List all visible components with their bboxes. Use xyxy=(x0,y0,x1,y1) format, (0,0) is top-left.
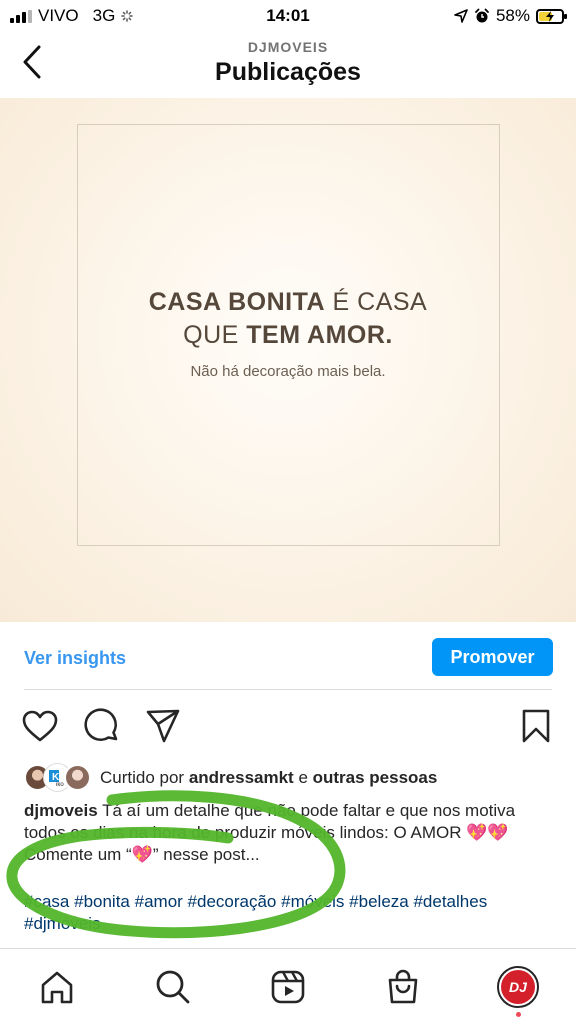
location-arrow-icon xyxy=(454,9,468,23)
svg-text:iko: iko xyxy=(56,782,64,788)
insights-row: Ver insights Promover xyxy=(0,622,576,690)
likes-prefix: Curtido por xyxy=(100,768,189,787)
post-headline-start2: QUE xyxy=(183,321,247,349)
home-icon xyxy=(41,971,73,1004)
status-right: 58% xyxy=(454,6,567,26)
divider xyxy=(24,689,552,690)
nav-search[interactable] xyxy=(153,967,193,1007)
header-account-name: DJMOVEIS xyxy=(247,39,329,55)
hashtag[interactable]: #detalhes xyxy=(413,892,487,911)
comment-icon xyxy=(84,708,118,741)
caption-text: Tá aí um detalhe que não pode faltar e q… xyxy=(24,801,516,842)
view-insights-link[interactable]: Ver insights xyxy=(24,648,126,669)
battery-percent: 58% xyxy=(495,6,530,25)
profile-avatar: DJ xyxy=(501,970,535,1004)
nav-home[interactable] xyxy=(37,967,77,1007)
bookmark-icon xyxy=(522,709,550,743)
alarm-icon xyxy=(475,8,489,23)
post-headline-bold1: CASA BONITA xyxy=(148,288,326,316)
caption-cta: Comente um “💖” nesse post... xyxy=(24,845,260,864)
hashtag[interactable]: #casa xyxy=(24,892,69,911)
hashtag[interactable]: #decoração xyxy=(188,892,277,911)
liker-avatars: Kiko xyxy=(24,764,94,792)
likes-others[interactable]: outras pessoas xyxy=(313,768,438,787)
post-headline-line2: QUE TEM AMOR. xyxy=(0,321,576,350)
header: DJMOVEIS Publicações xyxy=(0,34,576,98)
shop-icon xyxy=(388,969,418,1004)
post-subtitle: Não há decoração mais bela. xyxy=(190,363,386,380)
promote-button[interactable]: Promover xyxy=(432,638,553,676)
likes-user[interactable]: andressamkt xyxy=(189,768,294,787)
status-bar: VIVO 3G 14:01 58% xyxy=(0,0,576,34)
like-button[interactable] xyxy=(20,706,60,746)
hashtag[interactable]: #móveis xyxy=(281,892,344,911)
caption-username[interactable]: djmoveis xyxy=(24,801,98,820)
post-headline-bold2: TEM AMOR. xyxy=(246,321,393,349)
search-icon xyxy=(156,970,190,1004)
post-caption: djmoveis Tá aí um detalhe que não pode f… xyxy=(24,800,554,866)
nav-shop[interactable] xyxy=(383,967,423,1007)
hashtag[interactable]: #beleza xyxy=(349,892,409,911)
comment-button[interactable] xyxy=(82,706,122,746)
page-title: Publicações xyxy=(215,58,361,86)
share-icon xyxy=(146,709,180,743)
hashtag[interactable]: #djmóveis xyxy=(24,914,101,933)
post-image[interactable]: CASA BONITA É CASA QUE TEM AMOR. Não há … xyxy=(0,98,576,622)
bottom-nav: DJ xyxy=(0,948,576,1024)
nav-reels[interactable] xyxy=(268,967,308,1007)
hashtag[interactable]: #amor xyxy=(135,892,183,911)
nav-profile[interactable]: DJ xyxy=(497,966,539,1008)
hashtags: #casa #bonita #amor #decoração #móveis #… xyxy=(24,891,554,935)
notification-dot xyxy=(516,1012,521,1017)
heart-icon xyxy=(22,710,58,742)
likes-connector: e xyxy=(293,768,313,787)
likes-row[interactable]: Kiko Curtido por andressamkt e outras pe… xyxy=(24,764,437,792)
likes-text: Curtido por andressamkt e outras pessoas xyxy=(100,768,437,788)
avatar xyxy=(64,764,91,791)
battery-icon xyxy=(536,8,567,24)
save-button[interactable] xyxy=(516,706,556,746)
hashtag[interactable]: #bonita xyxy=(74,892,130,911)
post-headline-line1: CASA BONITA É CASA xyxy=(0,288,576,317)
share-button[interactable] xyxy=(143,706,183,746)
reels-icon xyxy=(271,970,305,1004)
post-headline-rest1: É CASA xyxy=(325,288,428,316)
